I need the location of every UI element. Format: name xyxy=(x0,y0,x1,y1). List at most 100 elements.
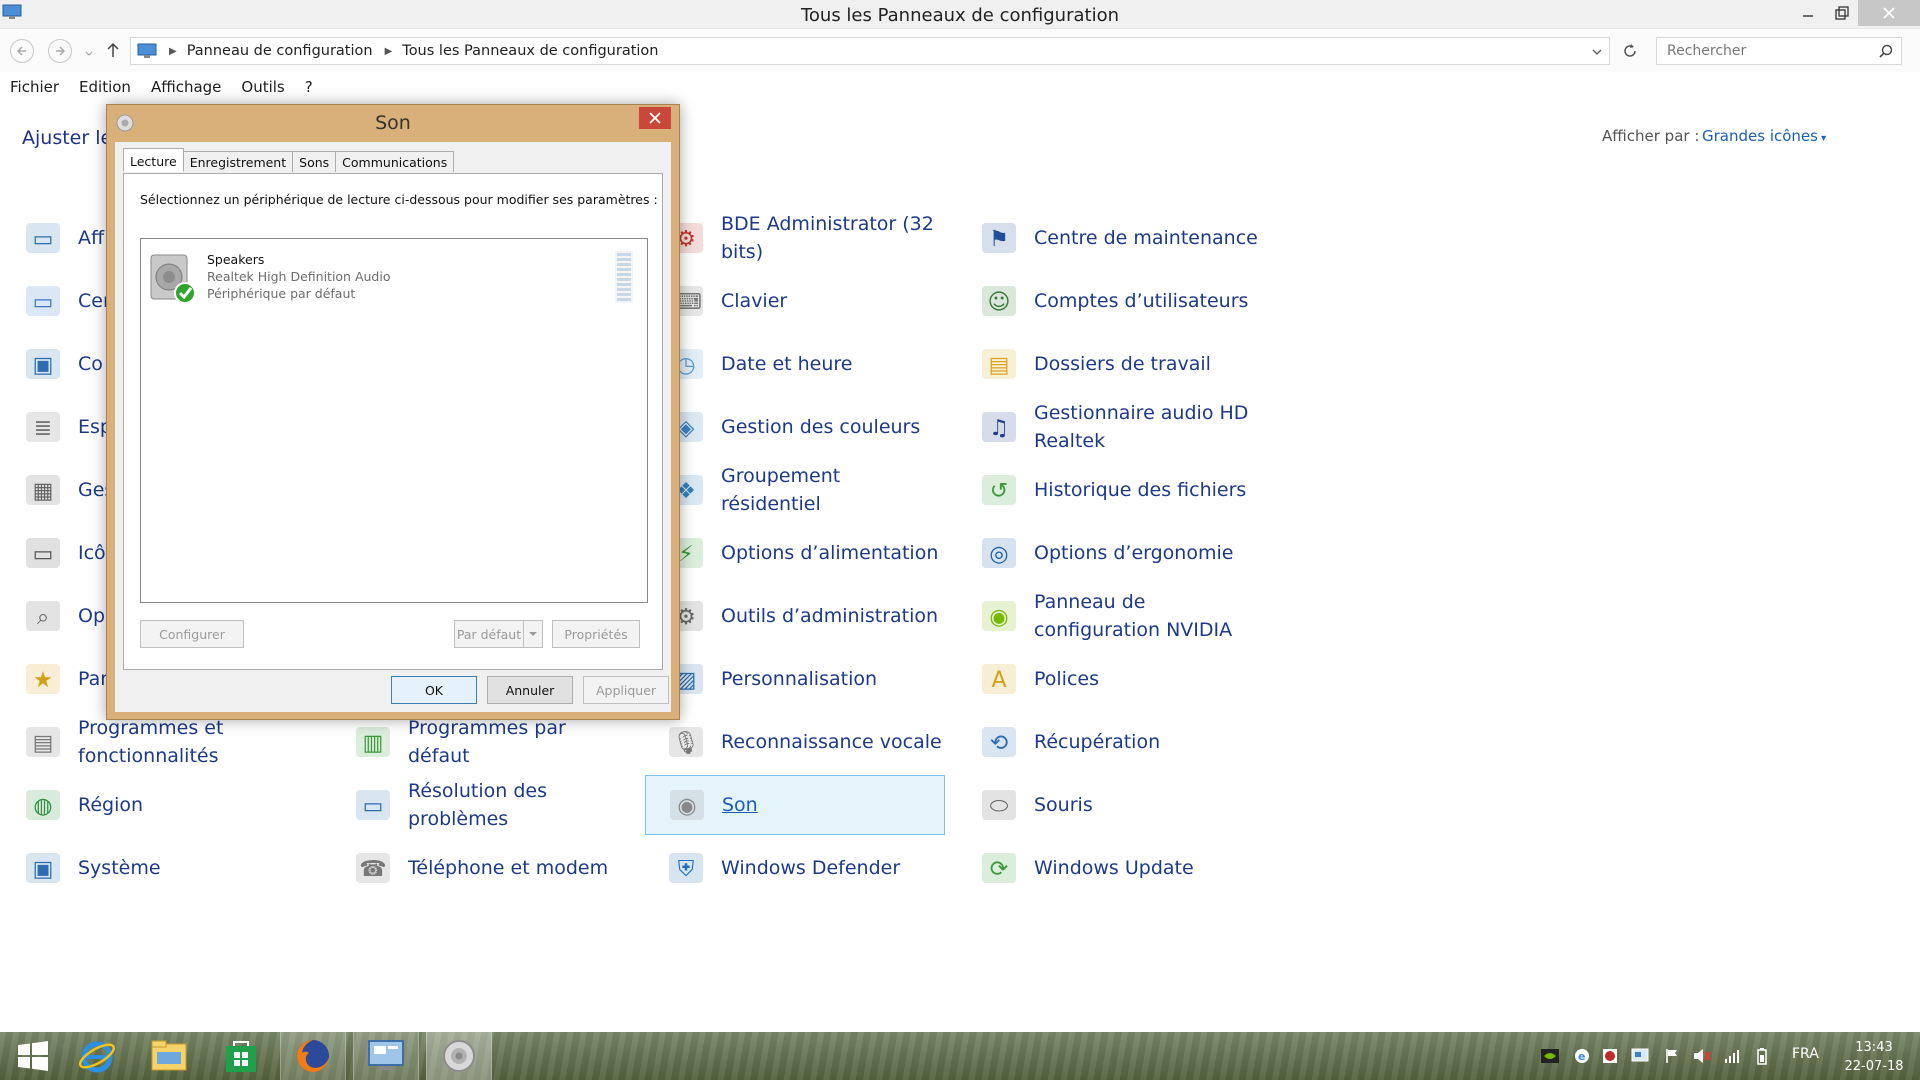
signal-tray-icon[interactable] xyxy=(1722,1046,1742,1066)
input-language[interactable]: FRA xyxy=(1792,1046,1819,1062)
cp-item-bde[interactable]: ⚙ BDE Administrator (32 bits) xyxy=(645,208,945,268)
cp-item-realtek[interactable]: ♫ Gestionnaire audio HD Realtek xyxy=(958,397,1258,457)
cp-item-label: Historique des fichiers xyxy=(1034,479,1247,501)
svg-text:★: ★ xyxy=(33,668,53,693)
cp-item-keyboard[interactable]: ⌨ Clavier xyxy=(645,271,945,331)
clock[interactable]: 13:43 22-07-18 xyxy=(1834,1038,1914,1076)
close-button[interactable] xyxy=(1858,0,1920,26)
cp-item-default-programs[interactable]: ▥ Programmes par défaut xyxy=(332,712,632,772)
menu-help[interactable]: ? xyxy=(295,74,323,100)
cp-item-system[interactable]: ▣ Système xyxy=(2,838,302,898)
taskbar-control-panel[interactable] xyxy=(353,1032,419,1080)
breadcrumb-separator: ▶ xyxy=(384,45,393,57)
control-panel-icon xyxy=(137,43,157,58)
menu-view[interactable]: Affichage xyxy=(141,74,231,100)
flag-icon: ⚑ xyxy=(978,217,1020,259)
cp-item-troubleshoot[interactable]: ▭ Résolution des problèmes xyxy=(332,775,632,835)
up-button[interactable] xyxy=(106,42,120,62)
cp-item-shield[interactable]: ⛨ Windows Defender xyxy=(645,838,945,898)
menu-tools[interactable]: Outils xyxy=(231,74,294,100)
cp-item-label: Téléphone et modem xyxy=(408,857,609,879)
set-default-button[interactable]: Par défaut xyxy=(454,620,524,648)
svg-text:⚑: ⚑ xyxy=(989,227,1009,252)
back-button[interactable] xyxy=(10,39,34,63)
ok-button[interactable]: OK xyxy=(391,676,477,704)
configure-button[interactable]: Configurer xyxy=(140,620,244,648)
cp-item-fonts[interactable]: A Polices xyxy=(958,649,1258,709)
instructions-text: Sélectionnez un périphérique de lecture … xyxy=(140,192,658,207)
properties-button[interactable]: Propriétés xyxy=(552,620,640,648)
chevron-down-icon[interactable] xyxy=(1591,46,1603,58)
cp-item-recovery[interactable]: ⟲ Récupération xyxy=(958,712,1258,772)
region-icon: ◍ xyxy=(22,784,64,826)
window-titlebar: Tous les Panneaux de configuration xyxy=(0,0,1920,29)
taskbar-file-explorer[interactable] xyxy=(136,1032,202,1080)
network-tray-icon[interactable] xyxy=(1630,1046,1650,1066)
tab-sounds[interactable]: Sons xyxy=(292,151,337,172)
realtek-icon: ♫ xyxy=(978,406,1020,448)
taskbar-store[interactable] xyxy=(208,1032,274,1080)
cp-item-phone-modem[interactable]: ☎ Téléphone et modem xyxy=(332,838,632,898)
tab-recording[interactable]: Enregistrement xyxy=(182,151,294,172)
breadcrumb-all-items[interactable]: Tous les Panneaux de configuration xyxy=(402,43,658,59)
cp-item-flag[interactable]: ⚑ Centre de maintenance xyxy=(958,208,1258,268)
start-button[interactable] xyxy=(0,1032,66,1080)
ie-tray-icon[interactable]: e xyxy=(1572,1046,1592,1066)
recent-locations-button[interactable] xyxy=(84,44,94,63)
cp-item-label: Windows Update xyxy=(1034,857,1194,879)
cp-item-region[interactable]: ◍ Région xyxy=(2,775,302,835)
cp-item-label: Personnalisation xyxy=(721,668,878,690)
arrow-left-icon xyxy=(16,46,26,56)
cp-item-clock[interactable]: ◷ Date et heure xyxy=(645,334,945,394)
set-default-dropdown[interactable] xyxy=(523,620,543,648)
cp-item-microphone[interactable]: 🎙 Reconnaissance vocale xyxy=(645,712,945,772)
tab-communications[interactable]: Communications xyxy=(335,151,455,172)
battery-tray-icon[interactable] xyxy=(1752,1046,1772,1066)
cancel-button[interactable]: Annuler xyxy=(487,676,573,704)
cp-item-work-folders[interactable]: ▤ Dossiers de travail xyxy=(958,334,1258,394)
cp-item-label: Date et heure xyxy=(721,353,853,375)
device-list[interactable]: Speakers Realtek High Definition Audio P… xyxy=(140,238,648,603)
dialog-close-button[interactable] xyxy=(639,107,671,129)
cp-item-windows-update[interactable]: ⟳ Windows Update xyxy=(958,838,1258,898)
volume-muted-tray-icon[interactable] xyxy=(1692,1046,1712,1066)
view-by-label: Afficher par : xyxy=(1602,127,1700,145)
work-folders-icon: ▤ xyxy=(978,343,1020,385)
cp-item-homegroup[interactable]: ❖ Groupement résidentiel xyxy=(645,460,945,520)
cp-item-personalization[interactable]: ▨ Personnalisation xyxy=(645,649,945,709)
cp-item-power[interactable]: ⚡ Options d’alimentation xyxy=(645,523,945,583)
cp-item-users[interactable]: ☺ Comptes d’utilisateurs xyxy=(958,271,1258,331)
cp-item-speaker[interactable]: ◉ Son xyxy=(645,775,945,835)
svg-text:⛨: ⛨ xyxy=(678,857,695,882)
cp-item-mouse[interactable]: ⬭ Souris xyxy=(958,775,1258,835)
menu-file[interactable]: Fichier xyxy=(0,74,69,100)
view-by-dropdown[interactable]: Grandes icônes xyxy=(1702,127,1826,145)
cp-item-admin-tools[interactable]: ⚙ Outils d’administration xyxy=(645,586,945,646)
search-icon[interactable] xyxy=(1879,44,1893,58)
cp-item-ease-of-access[interactable]: ◎ Options d’ergonomie xyxy=(958,523,1258,583)
cp-item-nvidia[interactable]: ◉ Panneau de configuration NVIDIA xyxy=(958,586,1258,646)
svg-text:▤: ▤ xyxy=(33,731,54,756)
tab-playback[interactable]: Lecture xyxy=(123,148,184,172)
forward-button[interactable] xyxy=(48,39,72,63)
app-tray-icon[interactable] xyxy=(1600,1046,1620,1066)
search-input[interactable]: Rechercher xyxy=(1656,37,1902,65)
cp-item-label: Outils d’administration xyxy=(721,605,939,627)
cp-item-file-history[interactable]: ↺ Historique des fichiers xyxy=(958,460,1258,520)
refresh-button[interactable] xyxy=(1616,37,1644,65)
cp-item-color[interactable]: ◈ Gestion des couleurs xyxy=(645,397,945,457)
flag-tray-icon[interactable] xyxy=(1662,1046,1682,1066)
menu-edit[interactable]: Edition xyxy=(69,74,141,100)
taskbar-internet-explorer[interactable] xyxy=(64,1032,130,1080)
nvidia-tray-icon[interactable] xyxy=(1540,1046,1560,1066)
list-item[interactable]: Speakers Realtek High Definition Audio P… xyxy=(143,247,643,305)
taskbar-sound[interactable] xyxy=(426,1032,492,1080)
fonts-icon: A xyxy=(978,658,1020,700)
address-bar[interactable]: ▶ Panneau de configuration ▶ Tous les Pa… xyxy=(130,37,1610,65)
apply-button[interactable]: Appliquer xyxy=(583,676,669,704)
arrow-up-icon xyxy=(107,42,119,57)
restore-button[interactable] xyxy=(1822,0,1862,26)
breadcrumb-control-panel[interactable]: Panneau de configuration xyxy=(187,43,373,59)
taskbar-firefox[interactable] xyxy=(280,1032,346,1080)
cp-item-programs[interactable]: ▤ Programmes et fonctionnalités xyxy=(2,712,302,772)
